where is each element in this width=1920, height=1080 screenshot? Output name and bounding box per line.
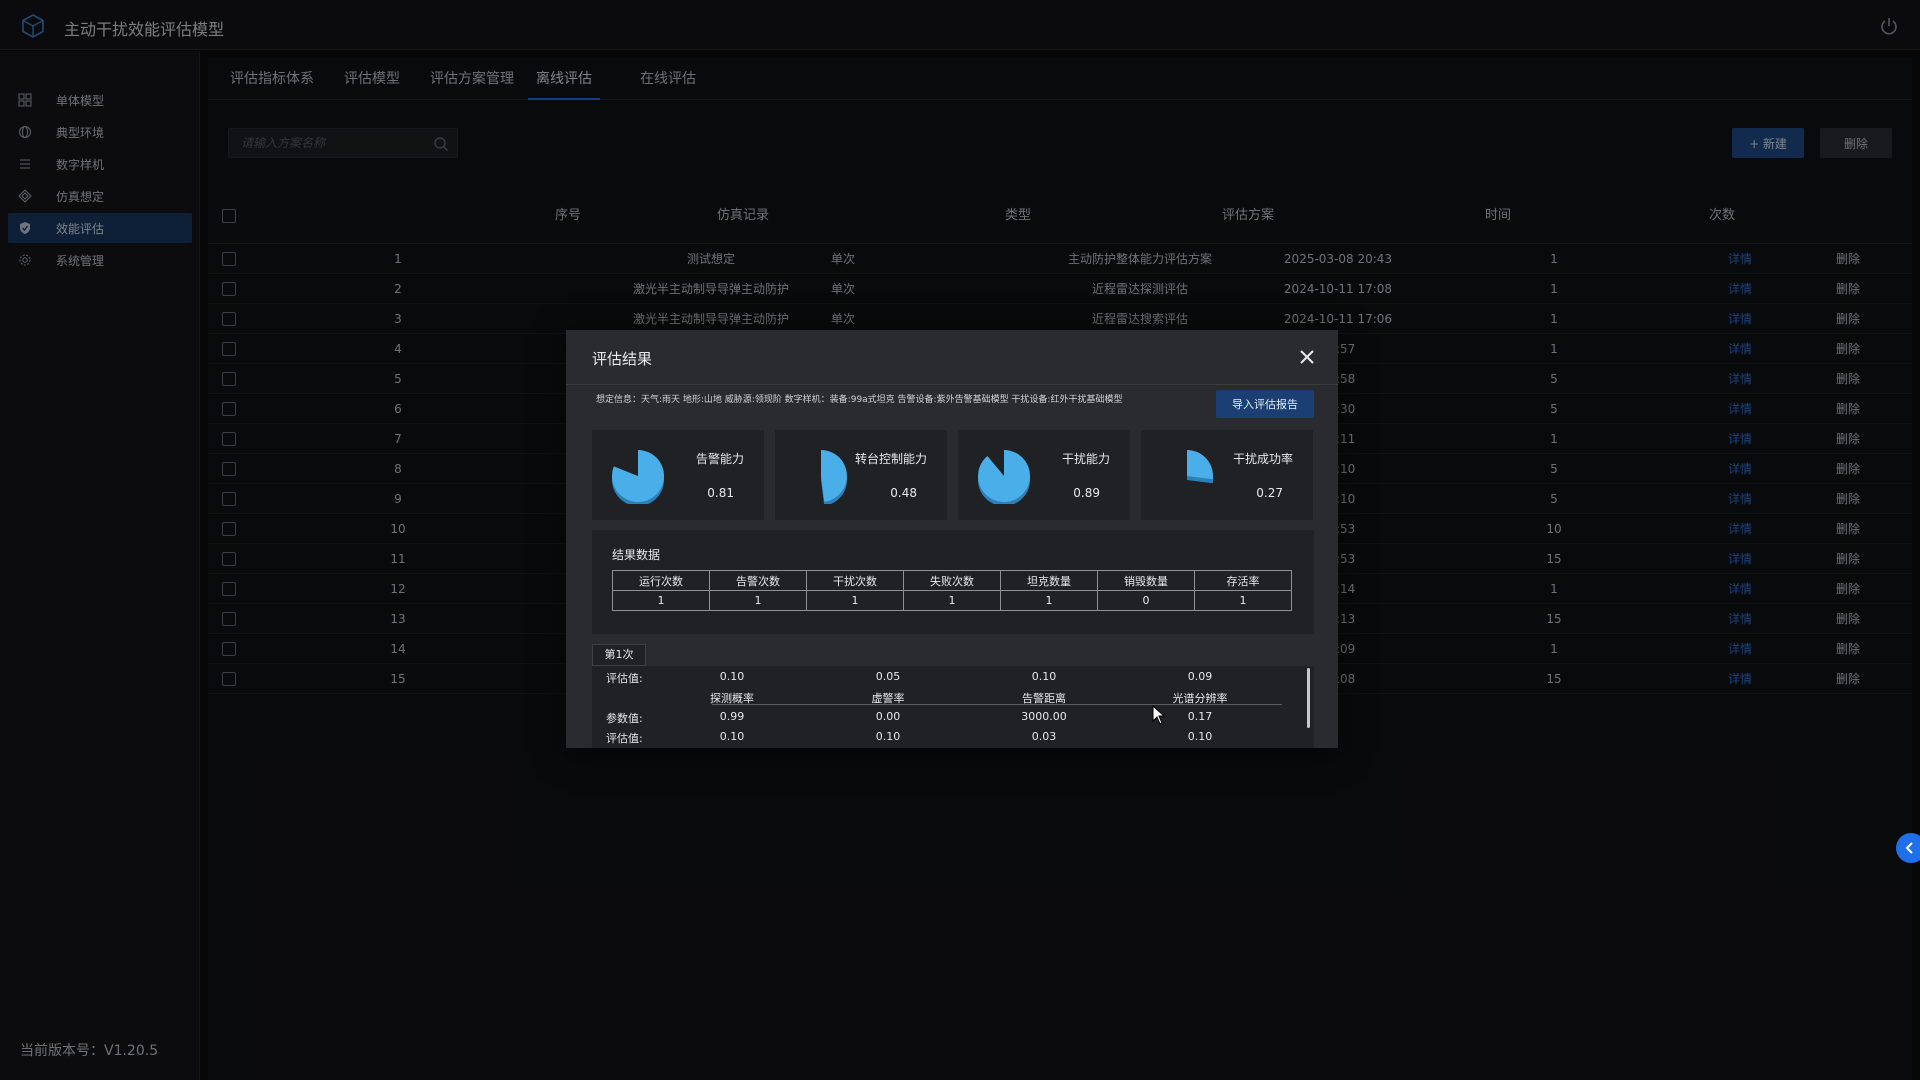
eval-value: 0.10 (719, 730, 745, 743)
pie-slice (978, 450, 1031, 502)
kpi-card-jamming: 干扰能力 0.89 (958, 430, 1130, 520)
param-value: 3000.00 (1021, 710, 1067, 723)
modal-title: 评估结果 (592, 350, 653, 368)
result-value-cell: 0 (1097, 590, 1195, 611)
metric-header: 虚警率 (871, 692, 905, 705)
result-title: 结果数据 (612, 548, 661, 562)
result-header-cell: 坦克数量 (1000, 570, 1098, 591)
eval-value: 0.10 (1031, 670, 1057, 683)
kpi-value: 0.48 (890, 486, 917, 500)
metric-header: 光谱分辨率 (1172, 692, 1228, 705)
param-value: 0.00 (875, 710, 901, 723)
param-label: 参数值: (606, 712, 643, 725)
kpi-card-turret: 转台控制能力 0.48 (775, 430, 947, 520)
kpi-value: 0.89 (1073, 486, 1100, 500)
result-value-cell: 1 (1000, 590, 1098, 611)
result-header-cell: 干扰次数 (806, 570, 904, 591)
eval-label: 评估值: (606, 672, 643, 685)
result-table: 运行次数 告警次数 干扰次数 失败次数 坦克数量 销毁数量 存活率 1111101 (612, 570, 1292, 611)
eval-value: 0.05 (875, 670, 901, 683)
eval-value: 0.03 (1031, 730, 1057, 743)
kpi-value: 0.81 (707, 486, 734, 500)
kpi-label: 干扰能力 (1061, 452, 1110, 466)
import-report-button[interactable]: 导入评估报告 (1216, 390, 1314, 418)
result-header-cell: 告警次数 (709, 570, 807, 591)
kpi-pie (821, 450, 847, 504)
result-value-cell: 1 (612, 590, 710, 611)
run-detail-panel: 评估值: 参数值: 评估值: 0.10 0.05 0.10 0.09 探测概率 虚警率 告警… (592, 666, 1314, 748)
result-value-cell: 1 (709, 590, 807, 611)
kpi-value: 0.27 (1256, 486, 1283, 500)
result-value-cell: 1 (806, 590, 904, 611)
kpi-pie (612, 450, 665, 504)
eval-value: 0.10 (719, 670, 745, 683)
eval-value: 0.10 (1187, 730, 1213, 743)
result-header-cell: 失败次数 (903, 570, 1001, 591)
mouse-cursor-icon (1152, 705, 1166, 725)
kpi-pie (1187, 450, 1213, 484)
metric-header: 探测概率 (710, 692, 754, 705)
kpi-card-alarm: 告警能力 0.81 (592, 430, 764, 520)
result-value-cell: 1 (903, 590, 1001, 611)
run-tab-1[interactable]: 第1次 (592, 644, 646, 666)
eval-value: 0.09 (1187, 670, 1213, 683)
pie-slice (612, 450, 665, 502)
kpi-label: 告警能力 (695, 452, 744, 466)
chevron-left-icon (1905, 842, 1913, 854)
scrollbar[interactable] (1307, 668, 1310, 728)
pie-slice (1187, 450, 1213, 480)
result-header-cell: 销毁数量 (1097, 570, 1195, 591)
param-value: 0.99 (719, 710, 745, 723)
eval-label: 评估值: (606, 732, 643, 745)
eval-value: 0.10 (875, 730, 901, 743)
result-header-cell: 运行次数 (612, 570, 710, 591)
scenario-info: 想定信息：天气:雨天 地形:山地 威胁源:领现阶 数字样机：装备:99a式坦克 … (596, 395, 1123, 405)
result-data-panel: 结果数据 运行次数 告警次数 干扰次数 失败次数 坦克数量 销毁数量 存活率 1111101 (592, 530, 1314, 634)
modal-header: 评估结果 (566, 330, 1338, 385)
result-value-cell: 1 (1194, 590, 1292, 611)
metric-header: 告警距离 (1022, 692, 1066, 705)
kpi-card-success-rate: 干扰成功率 0.27 (1141, 430, 1313, 520)
eval-result-modal: 评估结果 想定信息：天气:雨天 地形:山地 威胁源:领现阶 数字样机：装备:99… (566, 330, 1338, 748)
kpi-pie (978, 450, 1031, 504)
result-header-cell: 存活率 (1194, 570, 1292, 591)
collapse-panel-button[interactable] (1896, 833, 1920, 863)
kpi-label: 转台控制能力 (854, 452, 927, 466)
kpi-label: 干扰成功率 (1232, 452, 1293, 466)
pie-slice (821, 450, 847, 502)
close-icon[interactable] (1298, 348, 1316, 366)
